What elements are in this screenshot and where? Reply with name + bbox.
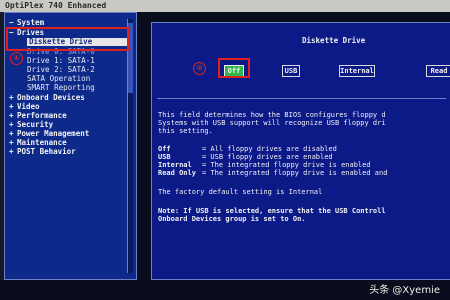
tree-item-label: Onboard Devices: [17, 93, 85, 102]
expand-icon[interactable]: +: [9, 103, 17, 111]
tree-item-drive-2[interactable]: Drive 2: SATA-2: [27, 66, 95, 74]
tree-item-sata-operation[interactable]: SATA Operation: [27, 75, 90, 83]
tree-item-smart-reporting[interactable]: SMART Reporting: [27, 84, 95, 92]
option-internal-radio[interactable]: Internal: [339, 65, 375, 77]
note-line: Note: If USB is selected, ensure that th…: [158, 207, 386, 215]
option-read-only-radio[interactable]: Read: [426, 65, 450, 77]
tree-item-label: Power Management: [17, 129, 90, 138]
definition-text: = The integrated floppy drive is enabled…: [202, 169, 388, 177]
expand-icon[interactable]: +: [9, 148, 17, 156]
tree-scrollbar[interactable]: [127, 19, 133, 273]
expand-icon[interactable]: +: [9, 94, 17, 102]
note-line: Onboard Devices group is set to On.: [158, 215, 306, 223]
expand-icon[interactable]: +: [9, 112, 17, 120]
tree-item-label: Video: [17, 102, 40, 111]
settings-tree: − System − Drives Diskette Drive Drive 0: …: [4, 12, 137, 280]
tree-item-label: System: [17, 18, 45, 27]
factory-default-text: The factory default setting is Internal: [158, 188, 323, 196]
tree-item-label: POST Behavior: [17, 147, 76, 156]
description-line: This field determines how the BIOS confi…: [158, 111, 386, 119]
tree-item-post-behavior[interactable]: + POST Behavior: [9, 148, 76, 156]
tree-item-label: Maintenance: [17, 138, 67, 147]
option-usb-radio[interactable]: USB: [282, 65, 300, 77]
annotation-highlight-box: [6, 27, 129, 51]
definition-text: = All floppy drives are disabled: [202, 145, 337, 153]
definition-row: Internal = The integrated floppy drive is…: [158, 161, 371, 169]
expand-icon[interactable]: +: [9, 130, 17, 138]
collapse-icon[interactable]: −: [9, 19, 17, 27]
description-line: Systems with USB support will recognize …: [158, 119, 386, 127]
definition-text: = The integrated floppy drive is enabled: [202, 161, 371, 169]
definition-term: Internal: [158, 161, 192, 169]
expand-icon[interactable]: +: [9, 121, 17, 129]
tree-item-maintenance[interactable]: + Maintenance: [9, 139, 67, 147]
tree-item-drive-1[interactable]: Drive 1: SATA-1: [27, 57, 95, 65]
tree-item-label: Security: [17, 120, 54, 129]
setting-title: Diskette Drive: [302, 36, 366, 45]
tree-item-security[interactable]: + Security: [9, 121, 53, 129]
annotation-marker-one: ①: [10, 52, 23, 65]
definition-row: USB = USB floppy drives are enabled: [158, 153, 333, 161]
setting-detail-panel: Diskette Drive Off USB Internal Read Thi…: [151, 22, 450, 280]
definition-row: Read Only = The integrated floppy drive i…: [158, 169, 387, 177]
definition-term: Read Only: [158, 169, 196, 177]
definition-term: USB: [158, 153, 171, 161]
watermark: 头条 @Xyemie: [369, 285, 440, 296]
annotation-highlight-box: [218, 58, 250, 78]
tree-item-system[interactable]: − System: [9, 19, 44, 27]
expand-icon[interactable]: +: [9, 139, 17, 147]
tree-item-onboard-devices[interactable]: + Onboard Devices: [9, 94, 85, 102]
tree-item-video[interactable]: + Video: [9, 103, 40, 111]
tree-item-label: Performance: [17, 111, 67, 120]
definition-term: Off: [158, 145, 171, 153]
definition-text: = USB floppy drives are enabled: [202, 153, 333, 161]
annotation-marker-two: ②: [193, 62, 206, 75]
divider: [157, 98, 446, 99]
tree-item-performance[interactable]: + Performance: [9, 112, 67, 120]
tree-item-power-management[interactable]: + Power Management: [9, 130, 89, 138]
window-title: OptiPlex 740 Enhanced: [0, 0, 450, 12]
description-line: this setting.: [158, 127, 213, 135]
definition-row: Off = All floppy drives are disabled: [158, 145, 337, 153]
